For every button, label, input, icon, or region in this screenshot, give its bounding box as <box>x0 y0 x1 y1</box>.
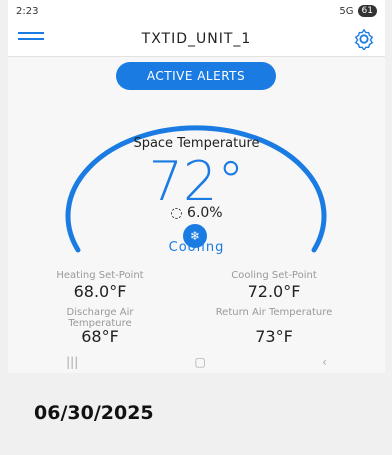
cooling-setpoint-label: Cooling Set-Point <box>231 270 317 281</box>
recent-apps-icon[interactable]: ||| <box>66 355 78 369</box>
heating-setpoint-label: Heating Set-Point <box>56 270 144 281</box>
home-icon[interactable]: ▢ <box>194 355 205 369</box>
return-air-temp-value: 73°F <box>255 327 293 346</box>
system-nav-bar: ||| ▢ ‹ <box>8 352 385 372</box>
mode-label: Cooling <box>168 240 225 255</box>
battery-indicator: 61 <box>357 5 377 17</box>
space-temperature-value: 72° <box>148 150 245 213</box>
date-caption: 06/30/2025 <box>34 402 154 424</box>
menu-icon[interactable] <box>18 32 44 46</box>
return-air-temp-label: Return Air Temperature <box>215 307 333 318</box>
humidity-value: ◌ 6.0% <box>8 205 385 221</box>
unit-title: TXTID_UNIT_1 <box>141 31 252 47</box>
phone-screen: 2:23 5G 61 TXTID_UNIT_1 ACTIVE ALERTS Sp… <box>8 0 385 373</box>
cooling-setpoint-value: 72.0°F <box>247 282 301 301</box>
droplet-icon: ◌ <box>170 205 183 221</box>
status-icons: 5G 61 <box>339 5 377 17</box>
status-time: 2:23 <box>16 5 39 17</box>
discharge-air-temp-label: Discharge Air Temperature <box>66 307 134 329</box>
status-bar: 2:23 5G 61 <box>8 0 385 22</box>
humidity-text: 6.0% <box>187 205 223 221</box>
app-bar: TXTID_UNIT_1 <box>8 22 385 57</box>
back-icon[interactable]: ‹ <box>322 355 327 369</box>
gear-icon[interactable] <box>353 28 375 50</box>
heating-setpoint-value: 68.0°F <box>73 282 127 301</box>
space-temperature-label: Space Temperature <box>133 136 260 151</box>
discharge-air-temp-value: 68°F <box>81 327 119 346</box>
signal-label: 5G <box>339 5 354 17</box>
